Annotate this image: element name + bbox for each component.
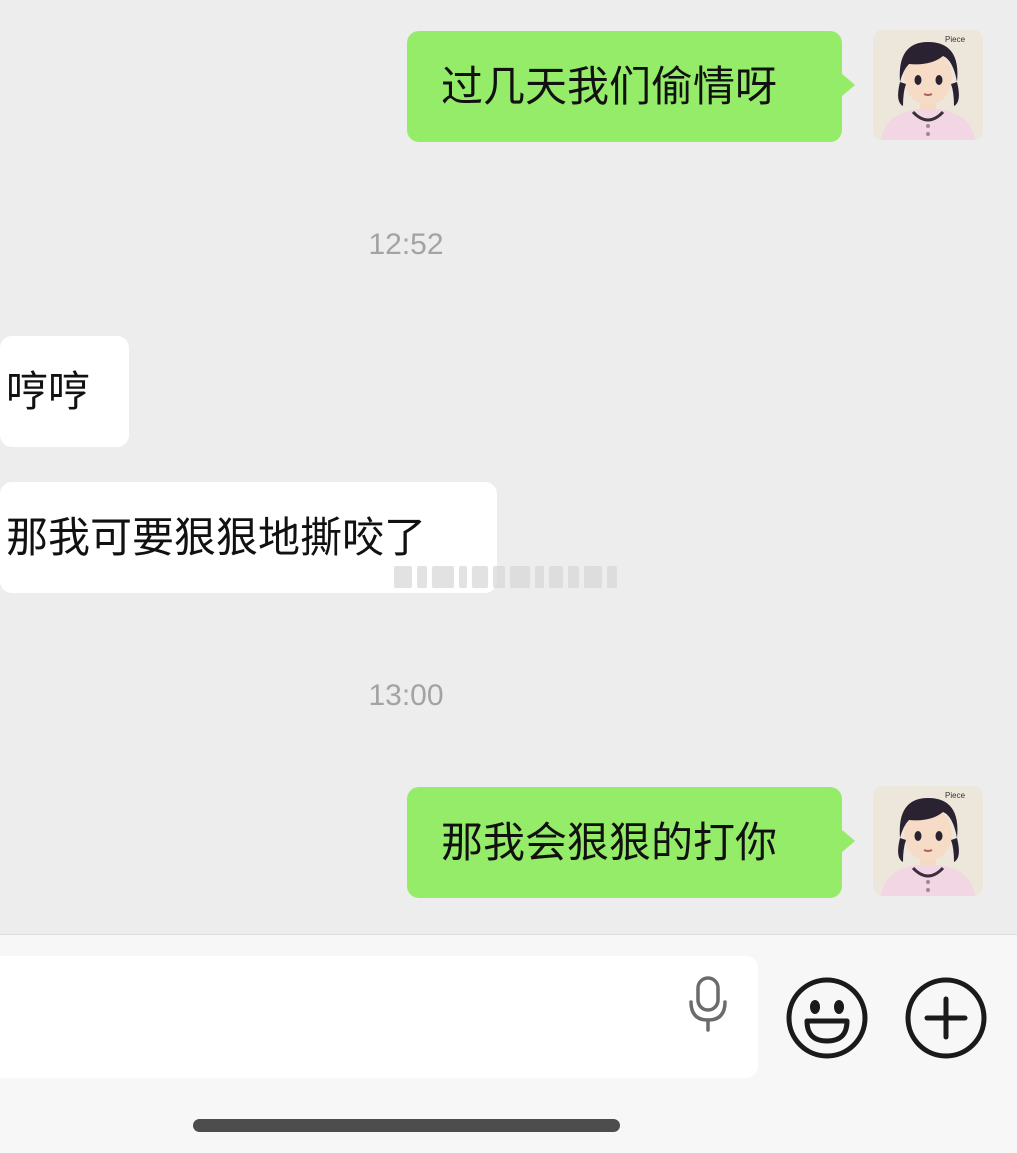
avatar[interactable]: Piece [873,30,983,140]
masked-text-overlay [394,565,624,589]
chat-area: 过几天我们偷情呀 Piece 12:52 哼哼 那我可要狠狠地撕咬了 13:00… [0,0,1017,934]
message-timestamp: 13:00 [368,679,444,712]
input-toolbar [0,934,1017,1153]
microphone-icon[interactable] [686,976,730,1032]
incoming-message-bubble[interactable]: 哼哼 [0,336,129,447]
outgoing-message-bubble[interactable]: 过几天我们偷情呀 [407,31,855,142]
svg-text:Piece: Piece [945,35,966,44]
message-text: 那我会狠狠的打你 [441,817,778,867]
message-input[interactable] [0,956,758,1078]
emoji-icon[interactable] [786,977,868,1059]
message-text: 哼哼 [6,366,91,416]
outgoing-message-bubble[interactable]: 那我会狠狠的打你 [407,787,855,898]
message-text: 过几天我们偷情呀 [441,61,778,111]
plus-icon[interactable] [905,977,987,1059]
avatar[interactable]: Piece [873,786,983,896]
home-indicator[interactable] [193,1119,620,1132]
message-timestamp: 12:52 [368,228,444,261]
svg-text:Piece: Piece [945,791,966,800]
message-text: 那我可要狠狠地撕咬了 [6,512,427,562]
